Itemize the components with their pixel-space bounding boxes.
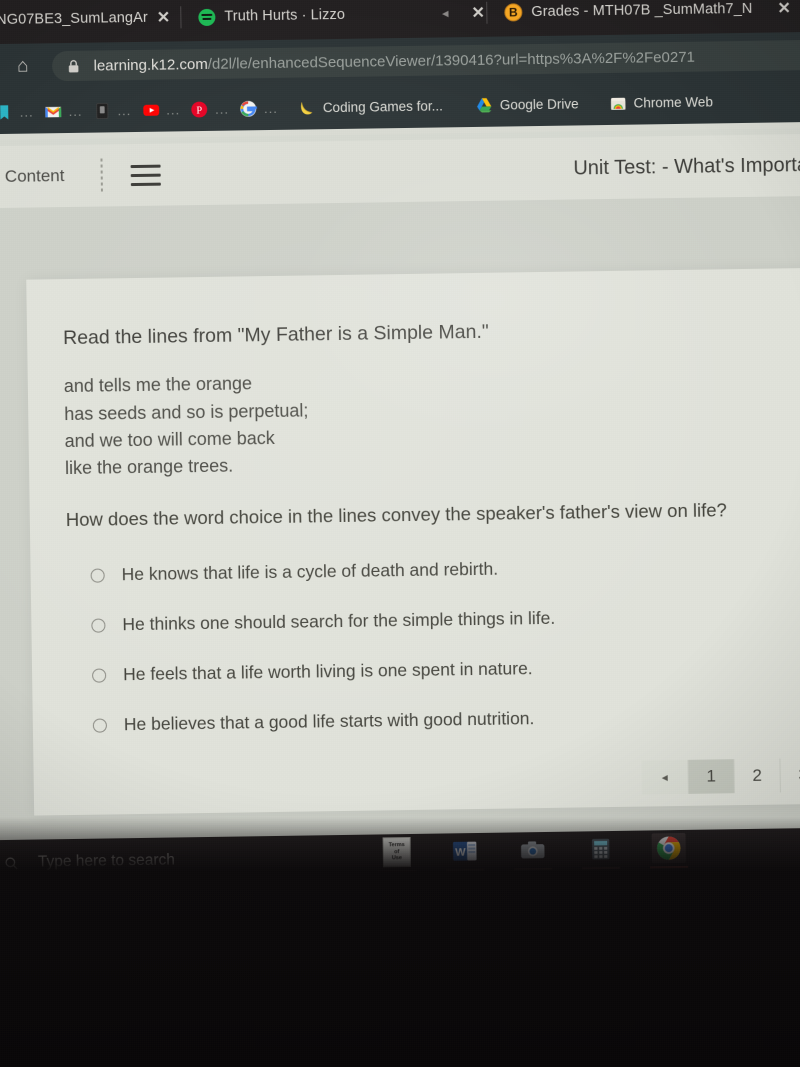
browser-tab-2[interactable]: Truth Hurts · Lizzo ◂ ✕: [198, 0, 485, 41]
close-icon[interactable]: ✕: [777, 0, 791, 18]
lock-icon: [69, 59, 79, 72]
photo-dark-lower: [0, 876, 800, 1067]
taskbar-item-terms-of-use[interactable]: Terms of Use: [377, 836, 418, 873]
bookmark-item-youtube[interactable]: ...: [136, 100, 185, 120]
tab-divider: [180, 6, 182, 29]
bookmark-item-coding-games[interactable]: Coding Games for...: [293, 96, 448, 117]
bookmark-item[interactable]: ...: [0, 102, 39, 122]
bookmark-item-google-drive[interactable]: Google Drive: [470, 94, 584, 115]
question-card: Read the lines from "My Father is a Simp…: [26, 267, 800, 816]
radio-button[interactable]: [90, 568, 105, 583]
terms-of-use-icon: Terms of Use: [380, 836, 414, 868]
taskbar-item-word[interactable]: W: [445, 836, 486, 872]
radio-button[interactable]: [92, 668, 107, 683]
chrome-icon: [651, 832, 686, 864]
back-to-content-link[interactable]: o Content: [0, 166, 65, 187]
browser-tab-1[interactable]: ENG07BE3_SumLangAr ✕: [0, 0, 171, 44]
radio-button[interactable]: [92, 718, 107, 733]
url-path: /d2l/le/enhancedSequenceViewer/1390416?u…: [207, 48, 696, 73]
poem-excerpt: and tells me the orange has seeds and so…: [64, 362, 800, 482]
camera-icon: [516, 835, 550, 866]
bookmark-dots: ...: [263, 100, 278, 116]
svg-text:W: W: [455, 847, 466, 859]
bookmark-dots: ...: [166, 101, 181, 118]
taskbar-underline: [378, 869, 417, 873]
hamburger-menu-icon[interactable]: [130, 164, 161, 186]
taskbar-underline: [650, 865, 689, 869]
pagination-prev-button[interactable]: ◂: [641, 759, 688, 795]
pagination-page-3[interactable]: 3: [779, 757, 800, 793]
answer-options: He knows that life is a cycle of death a…: [66, 540, 800, 751]
bookmark-dots: ...: [117, 102, 132, 118]
svg-text:P: P: [197, 105, 203, 116]
calculator-icon: [584, 834, 618, 865]
answer-option-4[interactable]: He believes that a good life starts with…: [92, 690, 800, 751]
url-text: learning.k12.com/d2l/le/enhancedSequence…: [93, 48, 695, 74]
pagination-page-2[interactable]: 2: [733, 758, 780, 794]
bookmark-item-google[interactable]: ...: [234, 98, 283, 118]
bookmark-label: Google Drive: [499, 95, 579, 113]
answer-option-label: He believes that a good life starts with…: [123, 708, 535, 735]
gmail-icon: [45, 106, 62, 117]
chrome-webstore-icon: [610, 97, 626, 110]
taskbar-item-calculator[interactable]: [581, 834, 622, 870]
spotify-icon: [198, 8, 216, 26]
bookmark-item-gmail[interactable]: ...: [38, 101, 87, 121]
lms-body: Read the lines from "My Father is a Simp…: [0, 195, 800, 841]
tab-divider: [486, 1, 488, 24]
bookmark-dots: ...: [19, 104, 34, 120]
youtube-icon: [142, 104, 159, 116]
banana-icon: [301, 101, 313, 114]
bookmark-item-pinterest[interactable]: P ...: [185, 99, 234, 119]
bookmark-item-chrome-web-store[interactable]: Chrome Web: [603, 92, 718, 113]
bookmark-icon: [0, 104, 9, 120]
pagination: ◂ 1 2 3: [641, 757, 800, 795]
taskbar-item-camera[interactable]: [513, 835, 554, 871]
search-icon[interactable]: [3, 854, 20, 871]
answer-option-label: He thinks one should search for the simp…: [122, 608, 556, 635]
header-divider: [100, 158, 103, 193]
bookmark-dots: ...: [215, 101, 230, 117]
close-icon[interactable]: ✕: [157, 7, 171, 27]
taskbar-search-input[interactable]: Type here to search: [38, 851, 175, 871]
bookmark-label: Coding Games for...: [322, 97, 443, 115]
pagination-page-1[interactable]: 1: [687, 759, 734, 794]
question-text: How does the word choice in the lines co…: [65, 499, 727, 530]
tab-title: Truth Hurts · Lizzo: [224, 6, 346, 25]
page-title: Unit Test: - What's Important: [573, 153, 800, 180]
browser-tab-3[interactable]: B Grades - MTH07B _SumMath7_N ✕: [504, 0, 791, 37]
answer-option-label: He knows that life is a cycle of death a…: [121, 558, 499, 585]
taskbar-underline: [582, 866, 621, 870]
tab-mute-icon[interactable]: ◂: [442, 5, 449, 21]
photo-of-screen: ENG07BE3_SumLangAr ✕ Truth Hurts · Lizzo…: [0, 0, 800, 1067]
pinterest-icon: P: [191, 101, 208, 117]
home-icon[interactable]: ⌂: [17, 56, 29, 78]
word-icon: W: [448, 836, 482, 867]
lms-page: o Content Unit Test: - What's Important …: [0, 127, 800, 841]
taskbar-item-chrome[interactable]: [649, 832, 690, 869]
radio-button[interactable]: [91, 618, 106, 633]
photo-background-shelf: [60, 960, 760, 1030]
address-bar[interactable]: learning.k12.com/d2l/le/enhancedSequence…: [52, 39, 800, 82]
bookmark-dots: ...: [68, 103, 83, 119]
url-host: learning.k12.com: [93, 55, 208, 75]
bookmark-item-doc[interactable]: ...: [87, 100, 136, 120]
reading-prompt: Read the lines from "My Father is a Simp…: [62, 320, 489, 350]
close-icon[interactable]: ✕: [471, 3, 485, 23]
brainly-icon: B: [504, 3, 523, 22]
terms-line: Use: [391, 855, 402, 862]
bookmark-label: Chrome Web: [633, 93, 714, 111]
answer-option-label: He feels that a life worth living is one…: [122, 658, 533, 685]
taskbar-underline: [514, 867, 553, 871]
google-icon: [240, 100, 258, 117]
google-drive-icon: [477, 97, 492, 112]
tab-title: Grades - MTH07B _SumMath7_N: [531, 0, 753, 21]
monitor-screen: ENG07BE3_SumLangAr ✕ Truth Hurts · Lizzo…: [0, 0, 800, 887]
tab-title: ENG07BE3_SumLangAr: [0, 9, 148, 29]
drive-doc-icon: [95, 102, 108, 119]
taskbar-app-icons: Terms of Use W: [377, 832, 690, 873]
taskbar-underline: [446, 868, 485, 872]
